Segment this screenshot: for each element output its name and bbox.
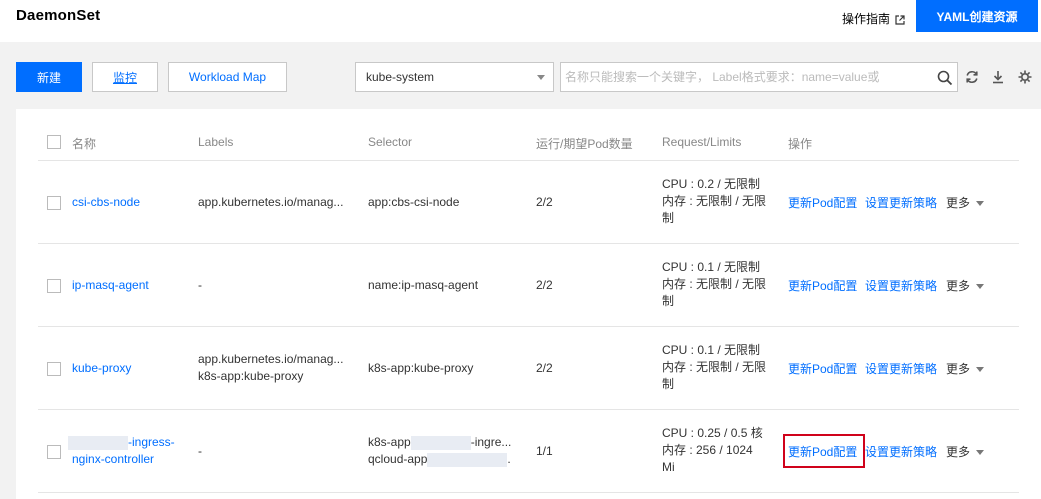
daemonset-table: 名称 Labels Selector 运行/期望Pod数量 Request/Li… xyxy=(38,123,1019,493)
chevron-down-icon xyxy=(537,75,545,80)
column-header-selector: Selector xyxy=(368,135,413,149)
daemonset-name-link[interactable]: -ingress- nginx-controller xyxy=(68,434,175,468)
daemonset-name-link[interactable]: kube-proxy xyxy=(72,360,131,377)
more-dropdown[interactable]: 更多 xyxy=(946,277,985,294)
request-limits: CPU : 0.2 / 无限制 内存 : 无限制 / 无限 制 xyxy=(662,177,767,225)
labels-value: app.kubernetes.io/manag... k8s-app:kube-… xyxy=(198,352,344,383)
update-strategy-link[interactable]: 设置更新策略 xyxy=(865,360,937,377)
pod-count: 2/2 xyxy=(536,195,553,209)
chevron-down-icon xyxy=(976,450,985,456)
row-checkbox[interactable] xyxy=(47,362,61,376)
request-limits: CPU : 0.1 / 无限制 内存 : 无限制 / 无限 制 xyxy=(662,343,767,391)
labels-value: - xyxy=(198,278,202,292)
gear-icon[interactable] xyxy=(1017,69,1033,85)
refresh-icon[interactable] xyxy=(964,69,980,85)
guide-link[interactable]: 操作指南 xyxy=(842,10,905,27)
pod-count: 1/1 xyxy=(536,444,553,458)
page-title: DaemonSet xyxy=(16,7,101,24)
select-all-checkbox[interactable] xyxy=(47,135,61,149)
labels-value: - xyxy=(198,444,202,458)
toolbar: 新建 监控 Workload Map kube-system xyxy=(0,62,1041,92)
daemonset-name-link[interactable]: csi-cbs-node xyxy=(72,194,140,211)
row-checkbox[interactable] xyxy=(47,279,61,293)
external-link-icon xyxy=(895,14,905,25)
update-strategy-link[interactable]: 设置更新策略 xyxy=(865,277,937,294)
redacted-text xyxy=(427,452,508,467)
namespace-select[interactable]: kube-system xyxy=(355,62,554,92)
yaml-create-button[interactable]: YAML创建资源 xyxy=(916,0,1038,32)
table-row: -ingress- nginx-controller - k8s-app -ing… xyxy=(38,410,1019,493)
redacted-text xyxy=(410,435,471,450)
column-header-labels: Labels xyxy=(198,135,234,149)
labels-value: app.kubernetes.io/manag... xyxy=(198,195,344,209)
search-input[interactable] xyxy=(565,63,931,91)
request-limits: CPU : 0.1 / 无限制 内存 : 无限制 / 无限 制 xyxy=(662,260,767,308)
pod-count: 2/2 xyxy=(536,361,553,375)
table-header: 名称 Labels Selector 运行/期望Pod数量 Request/Li… xyxy=(38,123,1019,161)
daemonset-name-link[interactable]: ip-masq-agent xyxy=(72,277,149,294)
column-header-request-limits: Request/Limits xyxy=(662,135,742,149)
page-header: DaemonSet 操作指南 YAML创建资源 xyxy=(0,0,1041,42)
row-checkbox[interactable] xyxy=(47,445,61,459)
namespace-value: kube-system xyxy=(366,70,435,84)
more-dropdown[interactable]: 更多 xyxy=(946,194,985,211)
chevron-down-icon xyxy=(976,201,985,207)
update-strategy-link[interactable]: 设置更新策略 xyxy=(865,443,937,460)
selector-value: k8s-app:kube-proxy xyxy=(368,361,474,375)
search-icon[interactable] xyxy=(937,70,953,86)
update-strategy-link[interactable]: 设置更新策略 xyxy=(865,194,937,211)
selector-value: k8s-app -ingre... qcloud-app. xyxy=(368,435,512,467)
monitor-button[interactable]: 监控 xyxy=(92,62,158,92)
selector-value: name:ip-masq-agent xyxy=(368,278,479,292)
workload-map-button[interactable]: Workload Map xyxy=(168,62,287,92)
column-header-pods: 运行/期望Pod数量 xyxy=(536,137,633,151)
table-row: ip-masq-agent - name:ip-masq-agent 2/2 C… xyxy=(38,244,1019,327)
column-header-actions: 操作 xyxy=(788,137,813,151)
download-icon[interactable] xyxy=(990,69,1006,85)
search-box xyxy=(560,62,958,92)
table-panel: 名称 Labels Selector 运行/期望Pod数量 Request/Li… xyxy=(16,109,1041,499)
table-row: kube-proxy app.kubernetes.io/manag... k8… xyxy=(38,327,1019,410)
new-button[interactable]: 新建 xyxy=(16,62,82,92)
column-header-name: 名称 xyxy=(72,137,97,151)
update-pod-config-link[interactable]: 更新Pod配置 xyxy=(788,443,857,460)
update-pod-config-link[interactable]: 更新Pod配置 xyxy=(788,277,857,294)
chevron-down-icon xyxy=(976,284,985,290)
chevron-down-icon xyxy=(976,367,985,373)
update-pod-config-link[interactable]: 更新Pod配置 xyxy=(788,360,857,377)
update-pod-config-link[interactable]: 更新Pod配置 xyxy=(788,194,857,211)
redacted-text xyxy=(68,435,128,450)
table-row: csi-cbs-node app.kubernetes.io/manag... … xyxy=(38,161,1019,244)
guide-label: 操作指南 xyxy=(842,12,891,26)
pod-count: 2/2 xyxy=(536,278,553,292)
request-limits: CPU : 0.25 / 0.5 核 内存 : 256 / 1024 Mi xyxy=(662,426,763,474)
more-dropdown[interactable]: 更多 xyxy=(946,443,985,460)
more-dropdown[interactable]: 更多 xyxy=(946,360,985,377)
row-checkbox[interactable] xyxy=(47,196,61,210)
selector-value: app:cbs-csi-node xyxy=(368,195,460,209)
